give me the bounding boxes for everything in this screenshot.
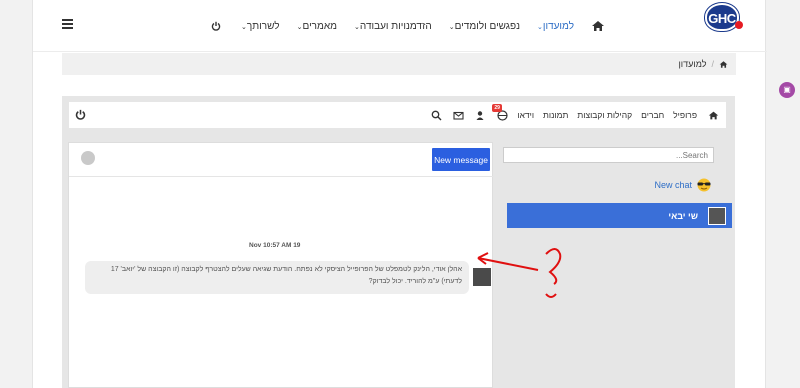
- nav-item-articles-label: מאמרים: [302, 20, 338, 32]
- browser-viewport: GHC למועדון⌄ נפגשים ולומדים⌄ הזדמנויות ו…: [0, 0, 800, 388]
- power-icon[interactable]: [211, 21, 221, 31]
- gear-icon[interactable]: [81, 151, 95, 165]
- floating-widget-icon[interactable]: ▣: [779, 82, 795, 98]
- new-chat-label: New chat: [654, 180, 692, 190]
- notifications-icon[interactable]: 29: [492, 103, 508, 121]
- notification-badge: 29: [492, 103, 502, 112]
- subnav-friends[interactable]: חברים: [641, 110, 664, 120]
- top-navbar: GHC למועדון⌄ נפגשים ולומדים⌄ הזדמנויות ו…: [33, 0, 767, 52]
- nav-item-club-label: למועדון: [542, 20, 574, 32]
- avatar: [473, 268, 491, 286]
- nav-item-services[interactable]: לשרותך⌄: [241, 21, 280, 32]
- new-chat-link[interactable]: New chat: [654, 178, 713, 192]
- chat-sidebar: New chat שי יבאי: [503, 140, 732, 388]
- power-icon[interactable]: [75, 109, 86, 120]
- nav-item-opportunities[interactable]: הזדמנויות ועבודה⌄: [354, 21, 432, 32]
- friend-requests-icon[interactable]: [475, 110, 486, 121]
- breadcrumb-separator: /: [711, 59, 714, 69]
- breadcrumb: / למועדון: [62, 53, 736, 75]
- nav-item-articles[interactable]: מאמרים⌄: [297, 21, 337, 32]
- conversation-pane: New message Nov 10:57 AM 19 אהלן אודי, ה…: [68, 142, 494, 388]
- home-icon[interactable]: [708, 110, 719, 121]
- conversation-header: New message: [69, 143, 494, 177]
- cool-emoji-icon: [697, 178, 711, 192]
- message-bubble: אהלן אודי, הלינק לטמפלט של הפרופייל הציס…: [85, 261, 469, 294]
- envelope-icon[interactable]: [453, 110, 464, 121]
- nav-item-meetings[interactable]: נפגשים ולומדים⌄: [449, 21, 520, 32]
- avatar: [708, 206, 726, 225]
- conversation-thread-item[interactable]: שי יבאי: [507, 203, 732, 228]
- community-subnav: פרופיל חברים קהילות וקבוצות תמונות וידאו…: [69, 102, 726, 128]
- nav-item-opportunities-label: הזדמנויות ועבודה: [359, 20, 432, 32]
- nav-item-club[interactable]: למועדון⌄: [537, 21, 574, 32]
- home-icon[interactable]: [591, 19, 605, 33]
- message-timestamp: Nov 10:57 AM 19: [249, 242, 301, 249]
- new-message-button[interactable]: New message: [432, 148, 490, 171]
- subnav-profile[interactable]: פרופיל: [673, 110, 697, 120]
- hamburger-menu-icon[interactable]: [62, 19, 73, 29]
- thread-name: שי יבאי: [668, 210, 698, 221]
- page: GHC למועדון⌄ נפגשים ולומדים⌄ הזדמנויות ו…: [32, 0, 767, 388]
- community-panel: פרופיל חברים קהילות וקבוצות תמונות וידאו…: [62, 96, 735, 388]
- nav-item-services-label: לשרותך: [246, 20, 280, 32]
- nav-item-meetings-label: נפגשים ולומדים: [454, 20, 520, 32]
- main-menu: למועדון⌄ נפגשים ולומדים⌄ הזדמנויות ועבוד…: [33, 0, 767, 52]
- subnav-photos[interactable]: תמונות: [543, 110, 568, 120]
- subnav-groups[interactable]: קהילות וקבוצות: [577, 110, 632, 120]
- home-icon[interactable]: [719, 60, 728, 69]
- breadcrumb-current: למועדון: [678, 59, 707, 69]
- search-icon[interactable]: [431, 110, 442, 121]
- subnav-video[interactable]: וידאו: [517, 110, 534, 120]
- search-input[interactable]: [503, 147, 714, 163]
